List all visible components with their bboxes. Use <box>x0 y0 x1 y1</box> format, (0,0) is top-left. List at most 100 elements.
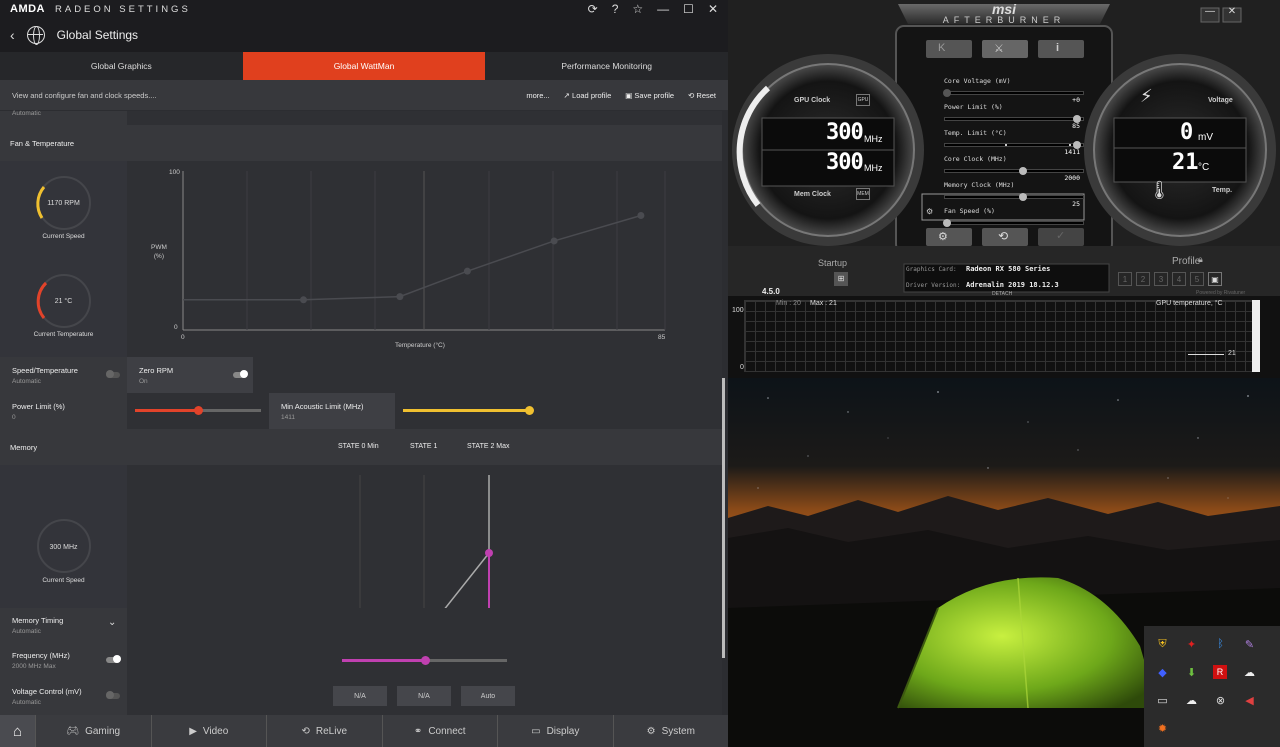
acoustic-slider[interactable] <box>403 406 534 415</box>
memory-clock-slider[interactable]: Memory Clock (MHz) 2000 <box>944 174 1084 201</box>
fan-curve-point[interactable] <box>300 296 307 304</box>
close-icon[interactable]: ✕ <box>708 2 718 16</box>
fan-curve-point[interactable] <box>637 212 645 220</box>
profile-5-button[interactable]: 5 <box>1190 272 1204 286</box>
help-icon[interactable]: ? <box>612 2 619 16</box>
profile-1-button[interactable]: 1 <box>1118 272 1132 286</box>
graph-min: Min : 20 <box>776 300 801 307</box>
reset-icon[interactable]: ⟲ <box>998 229 1008 243</box>
oc-scanner-icon[interactable]: ⚔ <box>994 42 1004 55</box>
wattman-content: Automatic Fan & Temperature 1170 RPM Cur… <box>0 110 722 715</box>
minimize-icon[interactable]: — <box>1201 6 1219 17</box>
minimize-icon[interactable]: — <box>657 2 669 16</box>
torrent-icon[interactable]: ⬇ <box>1177 658 1206 686</box>
bluetooth-icon[interactable]: ᛒ <box>1206 630 1235 658</box>
onedrive-icon[interactable]: ☁ <box>1177 686 1206 714</box>
save-profile-label: Save profile <box>634 90 675 100</box>
save-icon[interactable]: ▣ <box>1208 272 1222 286</box>
speed-temp-row: Speed/Temperature Automatic Zero RPM On <box>0 357 722 393</box>
fan-curve-point[interactable] <box>396 293 404 301</box>
windows-startup-icon[interactable]: ⊞ <box>834 272 848 286</box>
voltage-state0-button[interactable]: N/A <box>333 686 387 706</box>
fan-auto-icon[interactable]: ⚙ <box>926 207 933 216</box>
graph-line <box>1188 354 1224 355</box>
amd-logo: AMDA <box>10 3 45 15</box>
frequency-toggle[interactable] <box>106 655 121 663</box>
cloud-upload-icon[interactable]: ☁ <box>1235 658 1264 686</box>
back-icon[interactable]: ‹ <box>10 27 15 43</box>
x-axis-label: Temperature (°C) <box>395 342 445 349</box>
memory-timing-value: Automatic <box>12 628 41 635</box>
voltage-state2-button[interactable]: Auto <box>461 686 515 706</box>
speed-temp-control[interactable]: Speed/Temperature Automatic <box>0 357 127 393</box>
core-clock-slider[interactable]: Core Clock (MHz) 1411 <box>944 148 1084 175</box>
speed-temp-toggle[interactable] <box>106 370 120 378</box>
more-link[interactable]: more... <box>526 91 549 100</box>
fan-curve-point[interactable] <box>550 237 558 245</box>
nav-connect[interactable]: ⚭ Connect <box>383 715 498 747</box>
nav-video[interactable]: ▶ Video <box>152 715 267 747</box>
speaker-icon[interactable]: ◀ <box>1235 686 1264 714</box>
profile-2-button[interactable]: 2 <box>1136 272 1150 286</box>
temp-unit: °C <box>1198 162 1210 173</box>
info-icon[interactable]: i <box>1056 42 1059 54</box>
frequency-slider-handle[interactable] <box>421 656 430 665</box>
power-slider[interactable] <box>135 406 261 415</box>
acoustic-slider-handle[interactable] <box>525 406 534 415</box>
tab-global-graphics[interactable]: Global Graphics <box>0 52 243 80</box>
close-icon[interactable]: ✕ <box>1223 6 1241 17</box>
star-icon[interactable]: ☆ <box>632 2 643 16</box>
refresh-icon[interactable]: ⟳ <box>588 2 598 16</box>
fan-section-header: Fan & Temperature <box>0 125 722 161</box>
load-profile-button[interactable]: ↗ Load profile <box>564 91 612 100</box>
state2-label: STATE 2 Max <box>467 443 510 450</box>
app-title: RADEON SETTINGS <box>55 3 191 15</box>
radeon-icon[interactable]: ⊗ <box>1206 686 1235 714</box>
color-app-icon[interactable]: ◆ <box>1148 658 1177 686</box>
partial-left: Automatic <box>0 110 127 125</box>
tab-performance-monitoring[interactable]: Performance Monitoring <box>485 52 728 80</box>
display-icon[interactable]: ▭ <box>1148 686 1177 714</box>
fan-curve-point[interactable] <box>463 267 471 275</box>
nav-display[interactable]: ▭ Display <box>498 715 614 747</box>
power-limit-slider[interactable]: Power Limit (%) +0 <box>944 96 1084 123</box>
profile-4-button[interactable]: 4 <box>1172 272 1186 286</box>
nav-system[interactable]: ⚙ System <box>614 715 729 747</box>
frequency-slider[interactable] <box>342 656 507 665</box>
profile-3-button[interactable]: 3 <box>1154 272 1168 286</box>
memory-timing-dropdown[interactable]: Memory Timing Automatic ⌄ <box>0 608 127 642</box>
state0-label: STATE 0 Min <box>338 443 379 450</box>
red-app-icon[interactable]: R <box>1213 665 1227 679</box>
voltage-state1-button[interactable]: N/A <box>397 686 451 706</box>
nav-gaming[interactable]: 🎮︎ Gaming <box>36 715 152 747</box>
fan-speed-thumb[interactable] <box>943 219 951 227</box>
zero-rpm-control[interactable]: Zero RPM On <box>127 357 253 393</box>
temp-limit-slider[interactable]: Temp. Limit (°C) 85 <box>944 122 1084 149</box>
lock-icon[interactable]: 🔒︎ <box>1198 254 1203 265</box>
zero-rpm-toggle[interactable] <box>233 370 248 378</box>
scrollbar-thumb[interactable] <box>722 378 725 658</box>
apply-check-icon[interactable]: ✓ <box>1056 229 1065 242</box>
msi-afterburner-window: msi AFTERBURNER — ✕ K ⚔ i GPU Clock GPU … <box>728 0 1280 378</box>
settings-gear-icon[interactable]: ⚙ <box>938 230 948 243</box>
power-slider-handle[interactable] <box>194 406 203 415</box>
tab-global-wattman[interactable]: Global WattMan <box>242 52 486 80</box>
frequency-value: 2000 MHz Max <box>12 663 56 670</box>
memory-state2-handle[interactable] <box>485 549 493 557</box>
core-voltage-slider[interactable]: Core Voltage (mV) <box>943 70 1084 97</box>
game-icon[interactable]: ✦ <box>1177 630 1206 658</box>
voltage-toggle[interactable] <box>106 691 120 699</box>
fan-speed-slider[interactable]: Fan Speed (%) 25 <box>943 200 1084 227</box>
nav-home[interactable]: ⌂ <box>0 715 36 747</box>
reset-button[interactable]: ⟲ Reset <box>688 91 716 100</box>
fire-app-icon[interactable]: ✹ <box>1148 714 1177 742</box>
shield-icon[interactable]: ⛨ <box>1148 630 1177 658</box>
fan-speed-value: 25 <box>1072 200 1080 208</box>
save-profile-button[interactable]: ▣ Save profile <box>625 91 674 100</box>
mem-clock-value: 300 <box>826 150 864 175</box>
maximize-icon[interactable]: ☐ <box>683 2 694 16</box>
feather-icon[interactable]: ✎ <box>1235 630 1264 658</box>
nav-relive[interactable]: ⟲ ReLive <box>267 715 383 747</box>
k-boost-icon[interactable]: K <box>938 42 945 54</box>
graph-scrollbar[interactable] <box>1252 300 1260 372</box>
